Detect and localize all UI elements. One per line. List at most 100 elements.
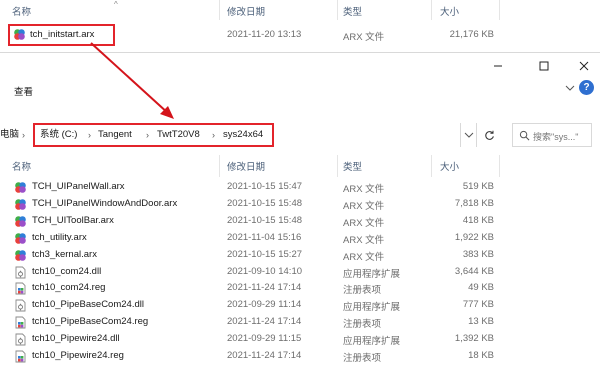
column-header-type[interactable]: 类型 [343, 159, 362, 173]
column-divider [431, 155, 432, 177]
file-size: 777 KB [462, 299, 494, 311]
file-size: 21,176 KB [449, 29, 494, 40]
column-divider [219, 0, 220, 20]
divider [460, 123, 461, 147]
maximize-button[interactable] [530, 57, 558, 75]
file-row[interactable]: tch10_PipeBaseCom24.dll 2021-09-29 11:14 应… [0, 297, 600, 313]
file-name: tch3_kernal.arx [32, 248, 97, 260]
column-header-name[interactable]: 名称 [12, 159, 31, 173]
chevron-down-icon[interactable] [565, 84, 575, 92]
file-name: TCH_UIToolBar.arx [32, 214, 114, 226]
file-size: 18 KB [468, 350, 494, 361]
file-size: 519 KB [462, 181, 494, 192]
search-icon [519, 130, 530, 141]
view-tab[interactable]: 查看 [14, 84, 33, 98]
file-row-tch-initstart[interactable]: tch_initstart.arx 2021-11-20 13:13 ARX 文… [0, 24, 600, 46]
column-header-date[interactable]: 修改日期 [227, 4, 265, 18]
minimize-button[interactable] [484, 57, 512, 75]
dll-icon [15, 266, 26, 278]
breadcrumb-root[interactable]: 电脑 [0, 123, 19, 147]
file-row[interactable]: tch10_com24.reg 2021-11-24 17:14 注册表项 49 KB [0, 280, 600, 296]
file-name: tch10_Pipewire24.reg [32, 350, 124, 361]
file-row[interactable]: TCH_UIPanelWindowAndDoor.arx 2021-10-15 1… [0, 196, 600, 212]
help-icon[interactable]: ? [579, 80, 594, 95]
file-name: tch_initstart.arx [30, 29, 95, 40]
file-type: ARX 文件 [343, 184, 385, 195]
file-type: 应用程序扩展 [343, 268, 401, 280]
column-header-size[interactable]: 大小 [440, 159, 459, 173]
arx-icon [15, 182, 26, 193]
chevron-down-icon[interactable] [464, 131, 474, 139]
file-type: 注册表项 [343, 353, 382, 364]
refresh-icon [484, 130, 494, 140]
search-placeholder: 搜索"sys..." [533, 132, 579, 142]
chevron-right-icon: › [88, 130, 91, 140]
file-date: 2021-09-29 11:14 [227, 299, 302, 311]
refresh-button[interactable] [476, 123, 501, 147]
file-size: 1,392 KB [454, 333, 494, 345]
dll-icon [15, 333, 26, 346]
file-name: tch10_PipeBaseCom24.reg [32, 316, 149, 328]
file-date: 2021-11-24 17:14 [227, 316, 302, 328]
reg-icon [15, 316, 26, 329]
column-divider [499, 155, 500, 177]
file-row[interactable]: tch10_com24.dll 2021-09-10 14:10 应用程序扩展 3,6… [0, 264, 600, 280]
column-divider [431, 0, 432, 20]
explorer-window: 查看 ? 电脑 › 系统 (C:) › Tangent › TwtT20V8 ›… [0, 52, 600, 366]
file-type: ARX 文件 [343, 200, 385, 212]
file-size: 7,818 KB [454, 197, 494, 209]
column-header-name[interactable]: 名称 [12, 4, 31, 18]
background-explorer-window: 名称 ^ 修改日期 类型 大小 tch_initstart.arx 2021-1… [0, 0, 600, 52]
close-icon [579, 61, 589, 71]
file-row[interactable]: TCH_UIPanelWall.arx 2021-10-15 15:47 ARX 文… [0, 179, 600, 195]
file-size: 3,644 KB [454, 265, 494, 277]
column-header-size[interactable]: 大小 [440, 4, 459, 18]
file-name: tch10_com24.reg [32, 282, 106, 294]
file-row[interactable]: TCH_UIToolBar.arx 2021-10-15 15:48 ARX 文件 4… [0, 213, 600, 229]
file-date: 2021-10-15 15:27 [227, 248, 303, 260]
chevron-right-icon: › [212, 130, 215, 140]
file-row[interactable]: tch3_kernal.arx 2021-10-15 15:27 ARX 文件 383… [0, 247, 600, 263]
arx-icon [15, 232, 26, 244]
file-name: tch10_PipeBaseCom24.dll [32, 299, 144, 311]
file-date: 2021-11-04 15:16 [227, 231, 302, 243]
reg-icon [15, 282, 26, 295]
file-date: 2021-10-15 15:47 [227, 181, 303, 192]
file-name: tch_utility.arx [32, 231, 87, 243]
file-size: 49 KB [468, 282, 494, 294]
ribbon-toolbar: 查看 ? [0, 75, 600, 103]
close-button[interactable] [570, 57, 598, 75]
file-type: ARX 文件 [343, 217, 385, 229]
file-row[interactable]: tch10_PipeBaseCom24.reg 2021-11-24 17:14 注… [0, 314, 600, 330]
file-row[interactable]: tch10_Pipewire24.dll 2021-09-29 11:15 应用程序… [0, 331, 600, 347]
column-header-date[interactable]: 修改日期 [227, 159, 265, 173]
minimize-icon [494, 65, 502, 67]
dll-icon [15, 299, 26, 312]
breadcrumb-sys24x64[interactable]: sys24x64 [223, 123, 263, 147]
arx-icon [15, 249, 26, 261]
column-divider [337, 0, 338, 20]
file-type: ARX 文件 [343, 32, 385, 43]
file-name: TCH_UIPanelWindowAndDoor.arx [32, 197, 178, 209]
maximize-icon [539, 61, 549, 71]
arx-icon [15, 215, 26, 227]
file-date: 2021-10-15 15:48 [227, 197, 303, 209]
file-name: tch10_com24.dll [32, 265, 102, 277]
arx-icon [14, 29, 25, 40]
breadcrumb-drive[interactable]: 系统 (C:) [40, 123, 77, 147]
file-size: 383 KB [462, 248, 494, 260]
file-row[interactable]: tch10_Pipewire24.reg 2021-11-24 17:14 注册表项… [0, 348, 600, 364]
file-type: 注册表项 [343, 285, 382, 297]
reg-icon [15, 350, 26, 363]
file-name: TCH_UIPanelWall.arx [32, 181, 125, 192]
file-row[interactable]: tch_utility.arx 2021-11-04 15:16 ARX 文件 1,9… [0, 230, 600, 246]
breadcrumb-twtt20v8[interactable]: TwtT20V8 [157, 123, 200, 147]
file-date: 2021-09-29 11:15 [227, 333, 302, 345]
file-type: 注册表项 [343, 319, 382, 331]
column-divider [337, 155, 338, 177]
column-header-type[interactable]: 类型 [343, 4, 362, 18]
file-size: 1,922 KB [454, 231, 494, 243]
breadcrumb-tangent[interactable]: Tangent [98, 123, 132, 147]
search-box[interactable]: 搜索"sys..." [512, 123, 592, 147]
address-bar[interactable]: 电脑 › 系统 (C:) › Tangent › TwtT20V8 › sys2… [0, 123, 505, 147]
